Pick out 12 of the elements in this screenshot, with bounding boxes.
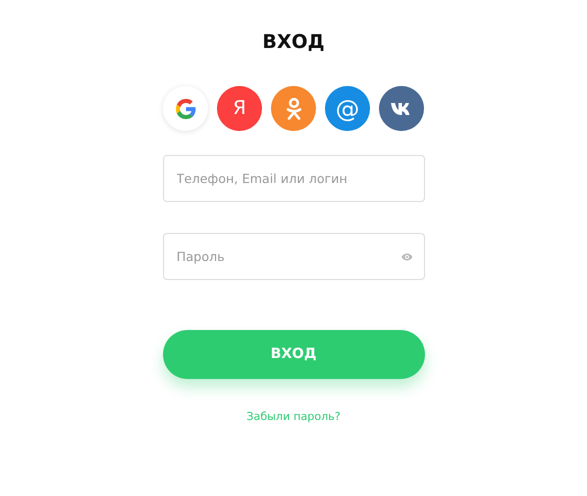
google-login-button[interactable] [163, 86, 208, 131]
ok-login-button[interactable] [271, 86, 316, 131]
vk-login-button[interactable] [379, 86, 424, 131]
login-title: ВХОД [261, 30, 326, 54]
mail-login-button[interactable]: @ [325, 86, 370, 131]
stick-figure-icon [284, 96, 302, 120]
login-button[interactable]: ВХОД [162, 330, 424, 379]
forgot-password-link[interactable]: Забыли пароль? [246, 409, 340, 426]
google-icon [174, 98, 196, 120]
login-field[interactable]: Телефон, Email или логин [162, 155, 424, 202]
password-field[interactable]: Пароль [162, 233, 424, 280]
yandex-login-button[interactable]: Я [217, 86, 262, 131]
